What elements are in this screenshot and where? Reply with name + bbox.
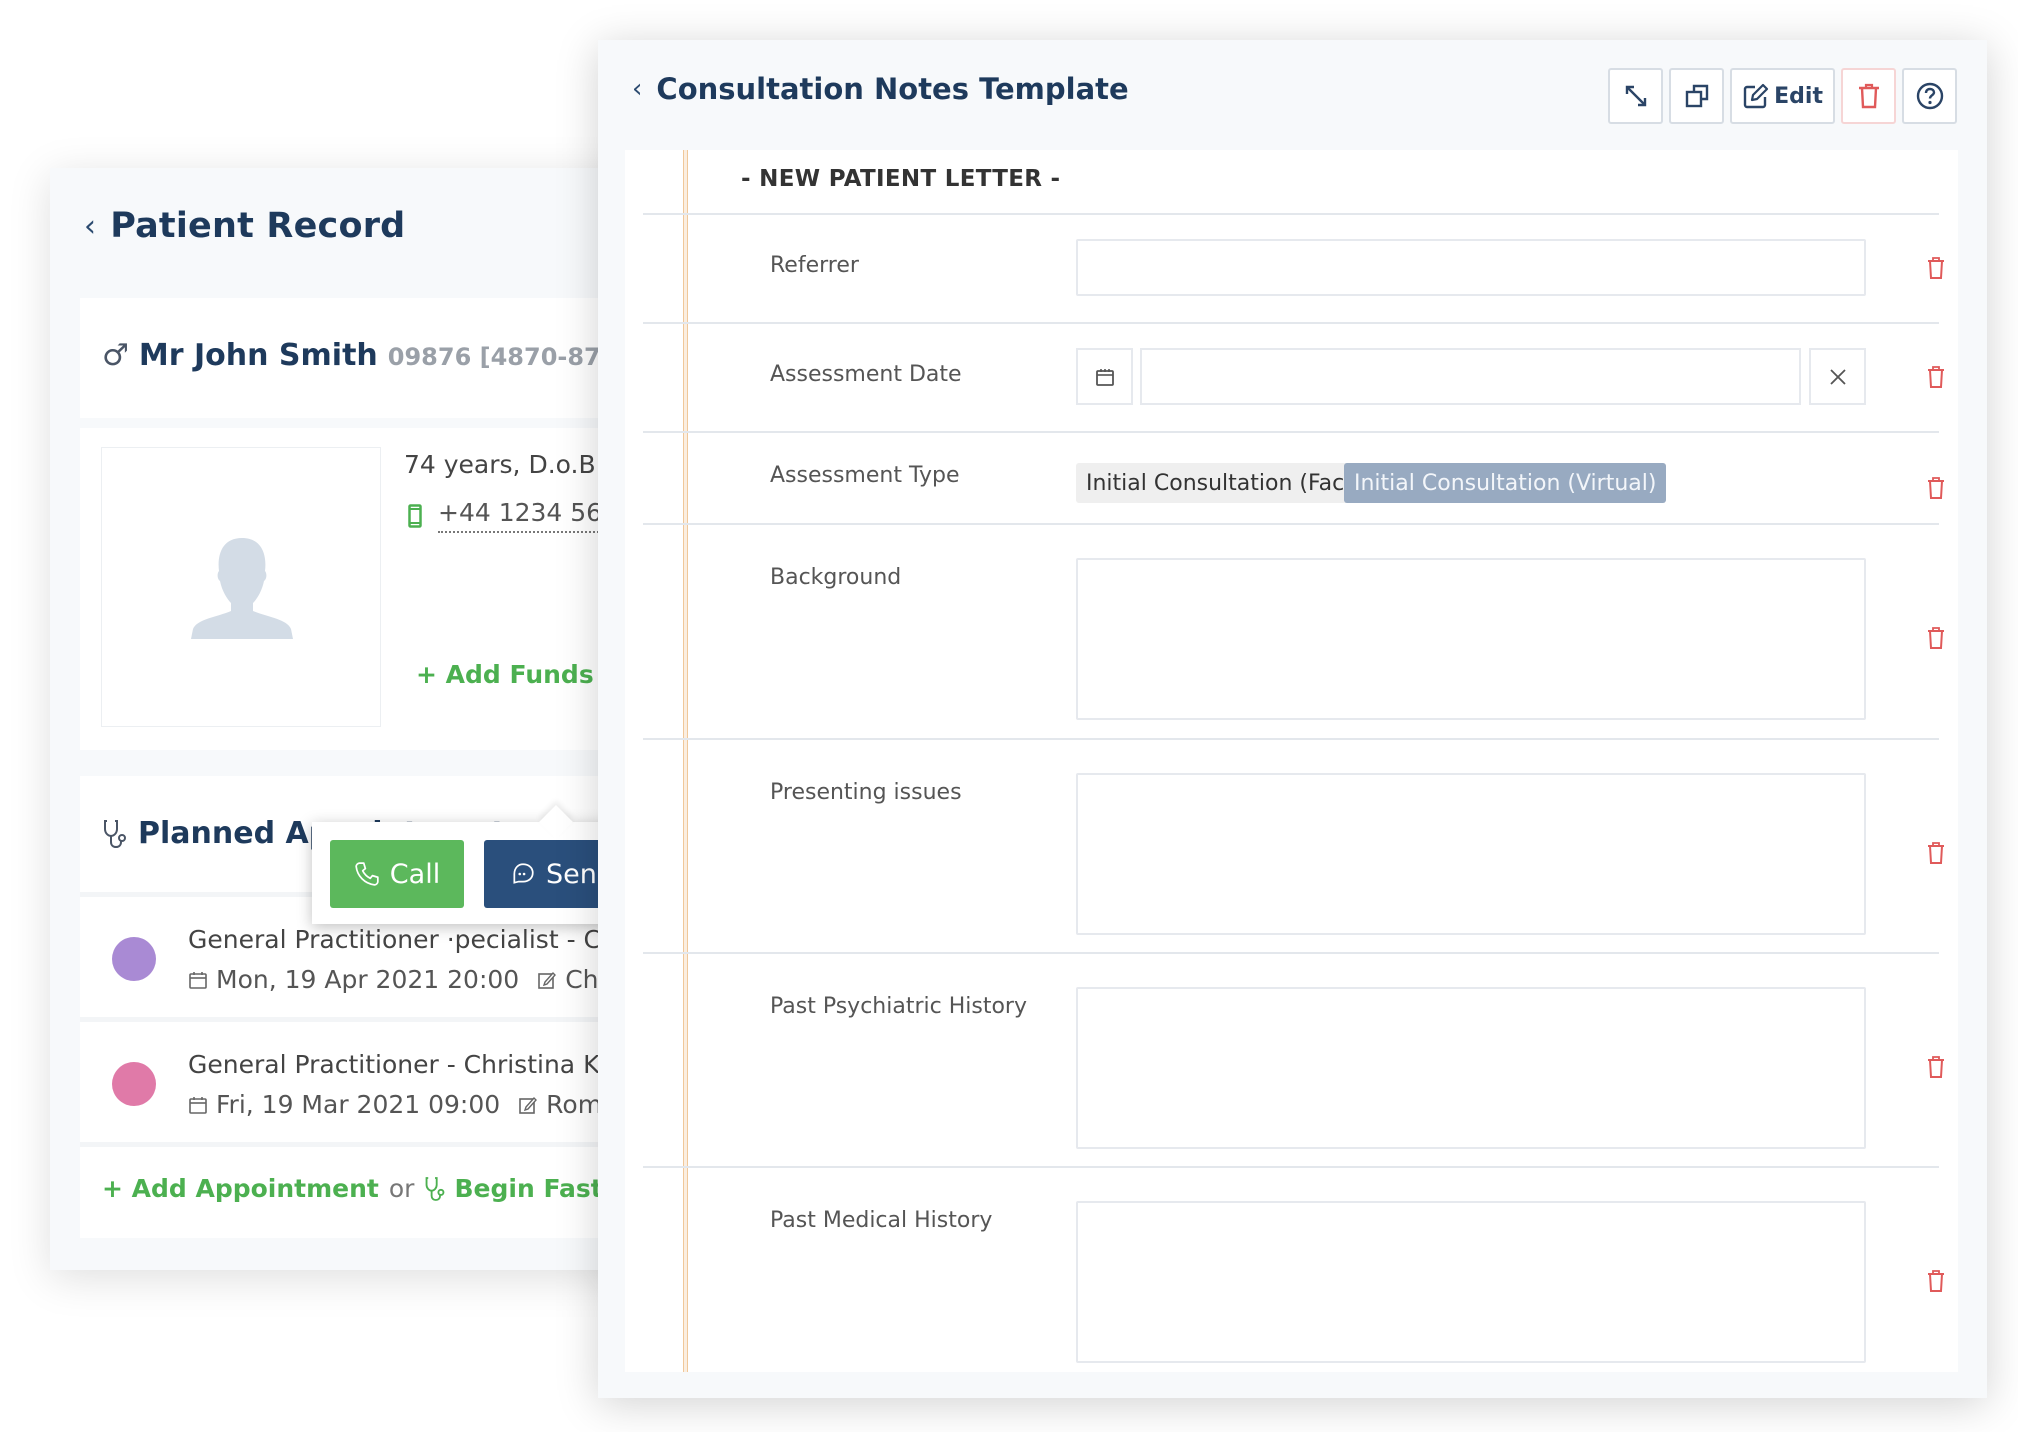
field-label: Assessment Date bbox=[770, 362, 962, 387]
help-icon bbox=[1916, 82, 1943, 110]
delete-field-button[interactable] bbox=[1923, 473, 1949, 503]
appointment-color-dot bbox=[112, 1062, 156, 1106]
delete-field-button[interactable] bbox=[1923, 1052, 1949, 1082]
call-button[interactable]: Call bbox=[330, 840, 464, 908]
past-psychiatric-history-textarea[interactable] bbox=[1076, 987, 1866, 1149]
option-virtual-selected[interactable]: Initial Consultation (Virtual) bbox=[1344, 463, 1667, 503]
trash-icon bbox=[1928, 842, 1944, 864]
page-title: Patient Record bbox=[110, 206, 406, 246]
field-label: Past Psychiatric History bbox=[770, 994, 1027, 1019]
field-label: Referrer bbox=[770, 253, 859, 278]
delete-field-button[interactable] bbox=[1923, 838, 1949, 868]
consultation-notes-panel: ‹ Consultation Notes Template Edit - NEW… bbox=[598, 40, 1987, 1398]
assessment-date-input[interactable] bbox=[1140, 348, 1801, 405]
delete-field-button[interactable] bbox=[1923, 623, 1949, 653]
patient-photo[interactable] bbox=[101, 447, 381, 727]
sms-icon bbox=[513, 863, 534, 884]
trash-icon bbox=[1928, 1056, 1944, 1078]
appointment-title: General Practitioner ·pecialist - Ch bbox=[188, 925, 617, 954]
trash-icon bbox=[1858, 83, 1879, 109]
trash-icon bbox=[1928, 257, 1944, 279]
clear-date-button[interactable] bbox=[1809, 348, 1866, 405]
edit-icon bbox=[1743, 83, 1769, 109]
template-form: - NEW PATIENT LETTER - Referrer Assessme… bbox=[625, 150, 1958, 1372]
duplicate-icon bbox=[1685, 84, 1708, 108]
calendar-icon bbox=[189, 971, 207, 989]
trash-icon bbox=[1928, 366, 1944, 388]
appointment-title: General Practitioner - Christina Ke bbox=[188, 1050, 614, 1079]
field-row-referrer: Referrer bbox=[643, 213, 1944, 322]
duplicate-button[interactable] bbox=[1669, 68, 1725, 124]
consultation-header: ‹ Consultation Notes Template bbox=[632, 72, 1129, 106]
delete-field-button[interactable] bbox=[1923, 1266, 1949, 1296]
edit-button[interactable]: Edit bbox=[1730, 68, 1835, 124]
date-picker-button[interactable] bbox=[1076, 348, 1133, 405]
field-label: Past Medical History bbox=[770, 1208, 993, 1233]
calendar-icon bbox=[1095, 368, 1114, 386]
or-text: or bbox=[388, 1174, 415, 1203]
delete-field-button[interactable] bbox=[1923, 362, 1949, 392]
section-heading: - NEW PATIENT LETTER - bbox=[741, 166, 1061, 192]
chevron-left-icon[interactable]: ‹ bbox=[632, 74, 642, 104]
past-medical-history-textarea[interactable] bbox=[1076, 1201, 1866, 1363]
trash-icon bbox=[1928, 627, 1944, 649]
stethoscope-icon bbox=[426, 1176, 445, 1201]
presenting-issues-textarea[interactable] bbox=[1076, 773, 1866, 935]
phone-icon bbox=[355, 862, 379, 886]
calendar-icon bbox=[189, 1096, 207, 1114]
trash-icon bbox=[1928, 477, 1944, 499]
add-funds-link[interactable]: + Add Funds bbox=[416, 660, 594, 689]
referrer-input[interactable] bbox=[1076, 239, 1866, 296]
field-label: Presenting issues bbox=[770, 780, 962, 805]
male-icon: ♂ bbox=[102, 338, 129, 373]
field-label: Assessment Type bbox=[770, 463, 960, 488]
mobile-phone-icon bbox=[408, 503, 422, 528]
appointment-datetime: Fri, 19 Mar 2021 09:00 bbox=[216, 1090, 501, 1119]
field-row-assessment-type: Assessment Type Initial Consultation (Fa… bbox=[643, 431, 1944, 523]
avatar-placeholder-icon bbox=[191, 538, 293, 639]
field-row-assessment-date: Assessment Date bbox=[643, 322, 1944, 431]
phone-number[interactable]: +44 1234 567 bbox=[438, 498, 618, 533]
appointment-color-dot bbox=[112, 937, 156, 981]
expand-button[interactable] bbox=[1608, 68, 1664, 124]
field-label: Background bbox=[770, 565, 902, 590]
edit-icon bbox=[519, 1096, 538, 1114]
help-button[interactable] bbox=[1902, 68, 1957, 124]
chevron-left-icon[interactable]: ‹ bbox=[84, 209, 96, 244]
field-row-past-medical-history: Past Medical History bbox=[643, 1166, 1944, 1372]
add-appointment-link[interactable]: + Add Appointment bbox=[102, 1174, 379, 1203]
delete-field-button[interactable] bbox=[1923, 253, 1949, 283]
panel-title: Consultation Notes Template bbox=[656, 72, 1129, 106]
phone-row[interactable]: +44 1234 567 bbox=[408, 498, 618, 533]
patient-record-header: ‹ Patient Record bbox=[84, 206, 405, 246]
field-row-background: Background bbox=[643, 523, 1944, 738]
field-row-past-psychiatric-history: Past Psychiatric History bbox=[643, 952, 1944, 1166]
panel-toolbar: Edit bbox=[1608, 68, 1957, 124]
stethoscope-icon bbox=[104, 819, 126, 848]
background-textarea[interactable] bbox=[1076, 558, 1866, 720]
edit-icon bbox=[538, 971, 557, 989]
appointment-datetime: Mon, 19 Apr 2021 20:00 bbox=[216, 965, 520, 994]
age-dob: 74 years, D.o.B. bbox=[404, 450, 604, 479]
delete-button[interactable] bbox=[1841, 68, 1896, 124]
trash-icon bbox=[1928, 1270, 1944, 1292]
field-row-presenting-issues: Presenting issues bbox=[643, 738, 1944, 952]
patient-name: Mr John Smith bbox=[138, 338, 378, 373]
close-icon bbox=[1829, 368, 1846, 385]
expand-icon bbox=[1625, 85, 1646, 107]
